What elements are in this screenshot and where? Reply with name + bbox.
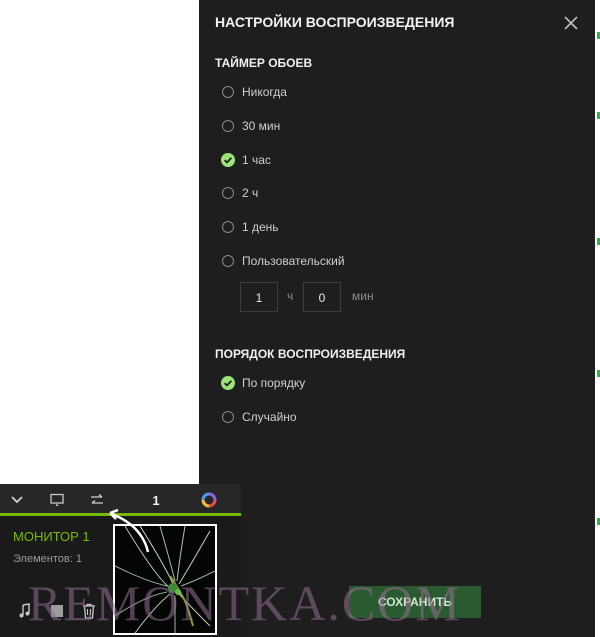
- custom-minutes-input[interactable]: 0: [303, 282, 341, 312]
- option-label: 1 час: [242, 153, 271, 167]
- radio-unchecked-icon: [222, 411, 234, 423]
- close-icon: [564, 16, 578, 30]
- timer-option-1hour[interactable]: 1 час: [221, 150, 271, 170]
- watermark: REMONTKA.COM: [28, 575, 462, 631]
- hours-unit-label: ч: [287, 289, 294, 303]
- minutes-unit-label: мин: [352, 289, 374, 303]
- radio-unchecked-icon: [222, 86, 234, 98]
- radio-checked-icon: [221, 376, 235, 390]
- color-button[interactable]: [199, 490, 219, 510]
- display-button[interactable]: [47, 490, 67, 510]
- chevron-down-icon: [11, 496, 23, 504]
- timer-option-never[interactable]: Никогда: [222, 82, 287, 102]
- radio-unchecked-icon: [222, 255, 234, 267]
- timer-option-2h[interactable]: 2 ч: [222, 183, 258, 203]
- radio-unchecked-icon: [222, 187, 234, 199]
- option-label: Никогда: [242, 85, 287, 99]
- option-label: Пользовательский: [242, 254, 345, 268]
- timer-option-30min[interactable]: 30 мин: [222, 116, 280, 136]
- option-label: 2 ч: [242, 186, 259, 200]
- monitor-title: МОНИТОР 1: [13, 529, 90, 544]
- close-button[interactable]: [561, 13, 581, 33]
- items-count: Элементов: 1: [13, 553, 82, 565]
- monitor-icon: [50, 493, 64, 506]
- order-option-random[interactable]: Случайно: [222, 407, 297, 427]
- custom-hours-input[interactable]: 1: [240, 282, 278, 312]
- option-label: По порядку: [242, 376, 306, 390]
- option-label: 1 день: [242, 220, 279, 234]
- color-wheel-icon: [201, 492, 217, 508]
- playback-settings-panel: НАСТРОЙКИ ВОСПРОИЗВЕДЕНИЯ ТАЙМЕР ОБОЕВ Н…: [199, 0, 595, 637]
- window-edge: [595, 0, 600, 637]
- timer-option-1day[interactable]: 1 день: [222, 217, 279, 237]
- timer-option-custom[interactable]: Пользовательский: [222, 251, 345, 271]
- option-label: Случайно: [242, 410, 297, 424]
- panel-title: НАСТРОЙКИ ВОСПРОИЗВЕДЕНИЯ: [215, 14, 455, 30]
- radio-unchecked-icon: [222, 221, 234, 233]
- order-option-sequential[interactable]: По порядку: [221, 373, 306, 393]
- radio-unchecked-icon: [222, 120, 234, 132]
- radio-checked-icon: [221, 153, 235, 167]
- collapse-button[interactable]: [8, 490, 26, 510]
- timer-section-title: ТАЙМЕР ОБОЕВ: [215, 56, 313, 70]
- order-section-title: ПОРЯДОК ВОСПРОИЗВЕДЕНИЯ: [215, 347, 406, 361]
- annotation-arrow-icon: [109, 508, 150, 553]
- option-label: 30 мин: [242, 119, 281, 133]
